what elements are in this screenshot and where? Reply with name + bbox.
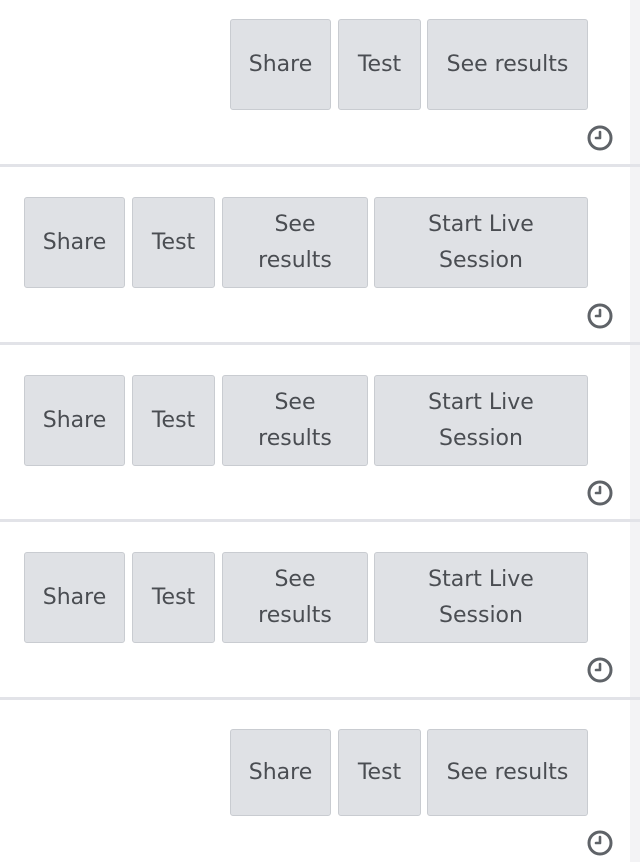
share-button[interactable]: Share	[24, 552, 125, 643]
see-results-button[interactable]: See results	[222, 375, 368, 466]
quiz-row-1: Share Test See results	[0, 0, 640, 164]
see-results-button[interactable]: See results	[427, 19, 588, 110]
session-label: Session	[439, 247, 523, 273]
start-live-session-button[interactable]: Start Live Session	[374, 197, 588, 288]
start-live-session-button[interactable]: Start Live Session	[374, 552, 588, 643]
see-results-label-2: results	[258, 247, 332, 273]
quiz-row-2: Share Test See results Start Live Session	[0, 167, 640, 342]
test-button[interactable]: Test	[338, 19, 421, 110]
test-button[interactable]: Test	[132, 375, 215, 466]
clock-icon	[587, 657, 613, 683]
share-button[interactable]: Share	[230, 729, 331, 816]
share-button[interactable]: Share	[230, 19, 331, 110]
see-results-button[interactable]: See results	[222, 197, 368, 288]
share-button[interactable]: Share	[24, 197, 125, 288]
start-live-label: Start Live	[428, 211, 534, 237]
quiz-row-4: Share Test See results Start Live Session	[0, 522, 640, 697]
clock-icon	[587, 303, 613, 329]
see-results-label: See	[274, 211, 316, 237]
start-live-label: Start Live	[428, 566, 534, 592]
session-label: Session	[439, 425, 523, 451]
clock-icon	[587, 480, 613, 506]
test-button[interactable]: Test	[132, 197, 215, 288]
share-button[interactable]: Share	[24, 375, 125, 466]
quiz-row-5: Share Test See results	[0, 700, 640, 862]
quiz-row-3: Share Test See results Start Live Session	[0, 345, 640, 520]
clock-icon	[587, 125, 613, 151]
clock-icon	[587, 830, 613, 856]
test-button[interactable]: Test	[132, 552, 215, 643]
start-live-label: Start Live	[428, 389, 534, 415]
see-results-button[interactable]: See results	[427, 729, 588, 816]
see-results-label: See	[274, 389, 316, 415]
see-results-button[interactable]: See results	[222, 552, 368, 643]
see-results-label-2: results	[258, 602, 332, 628]
session-label: Session	[439, 602, 523, 628]
test-button[interactable]: Test	[338, 729, 421, 816]
see-results-label-2: results	[258, 425, 332, 451]
start-live-session-button[interactable]: Start Live Session	[374, 375, 588, 466]
see-results-label: See	[274, 566, 316, 592]
